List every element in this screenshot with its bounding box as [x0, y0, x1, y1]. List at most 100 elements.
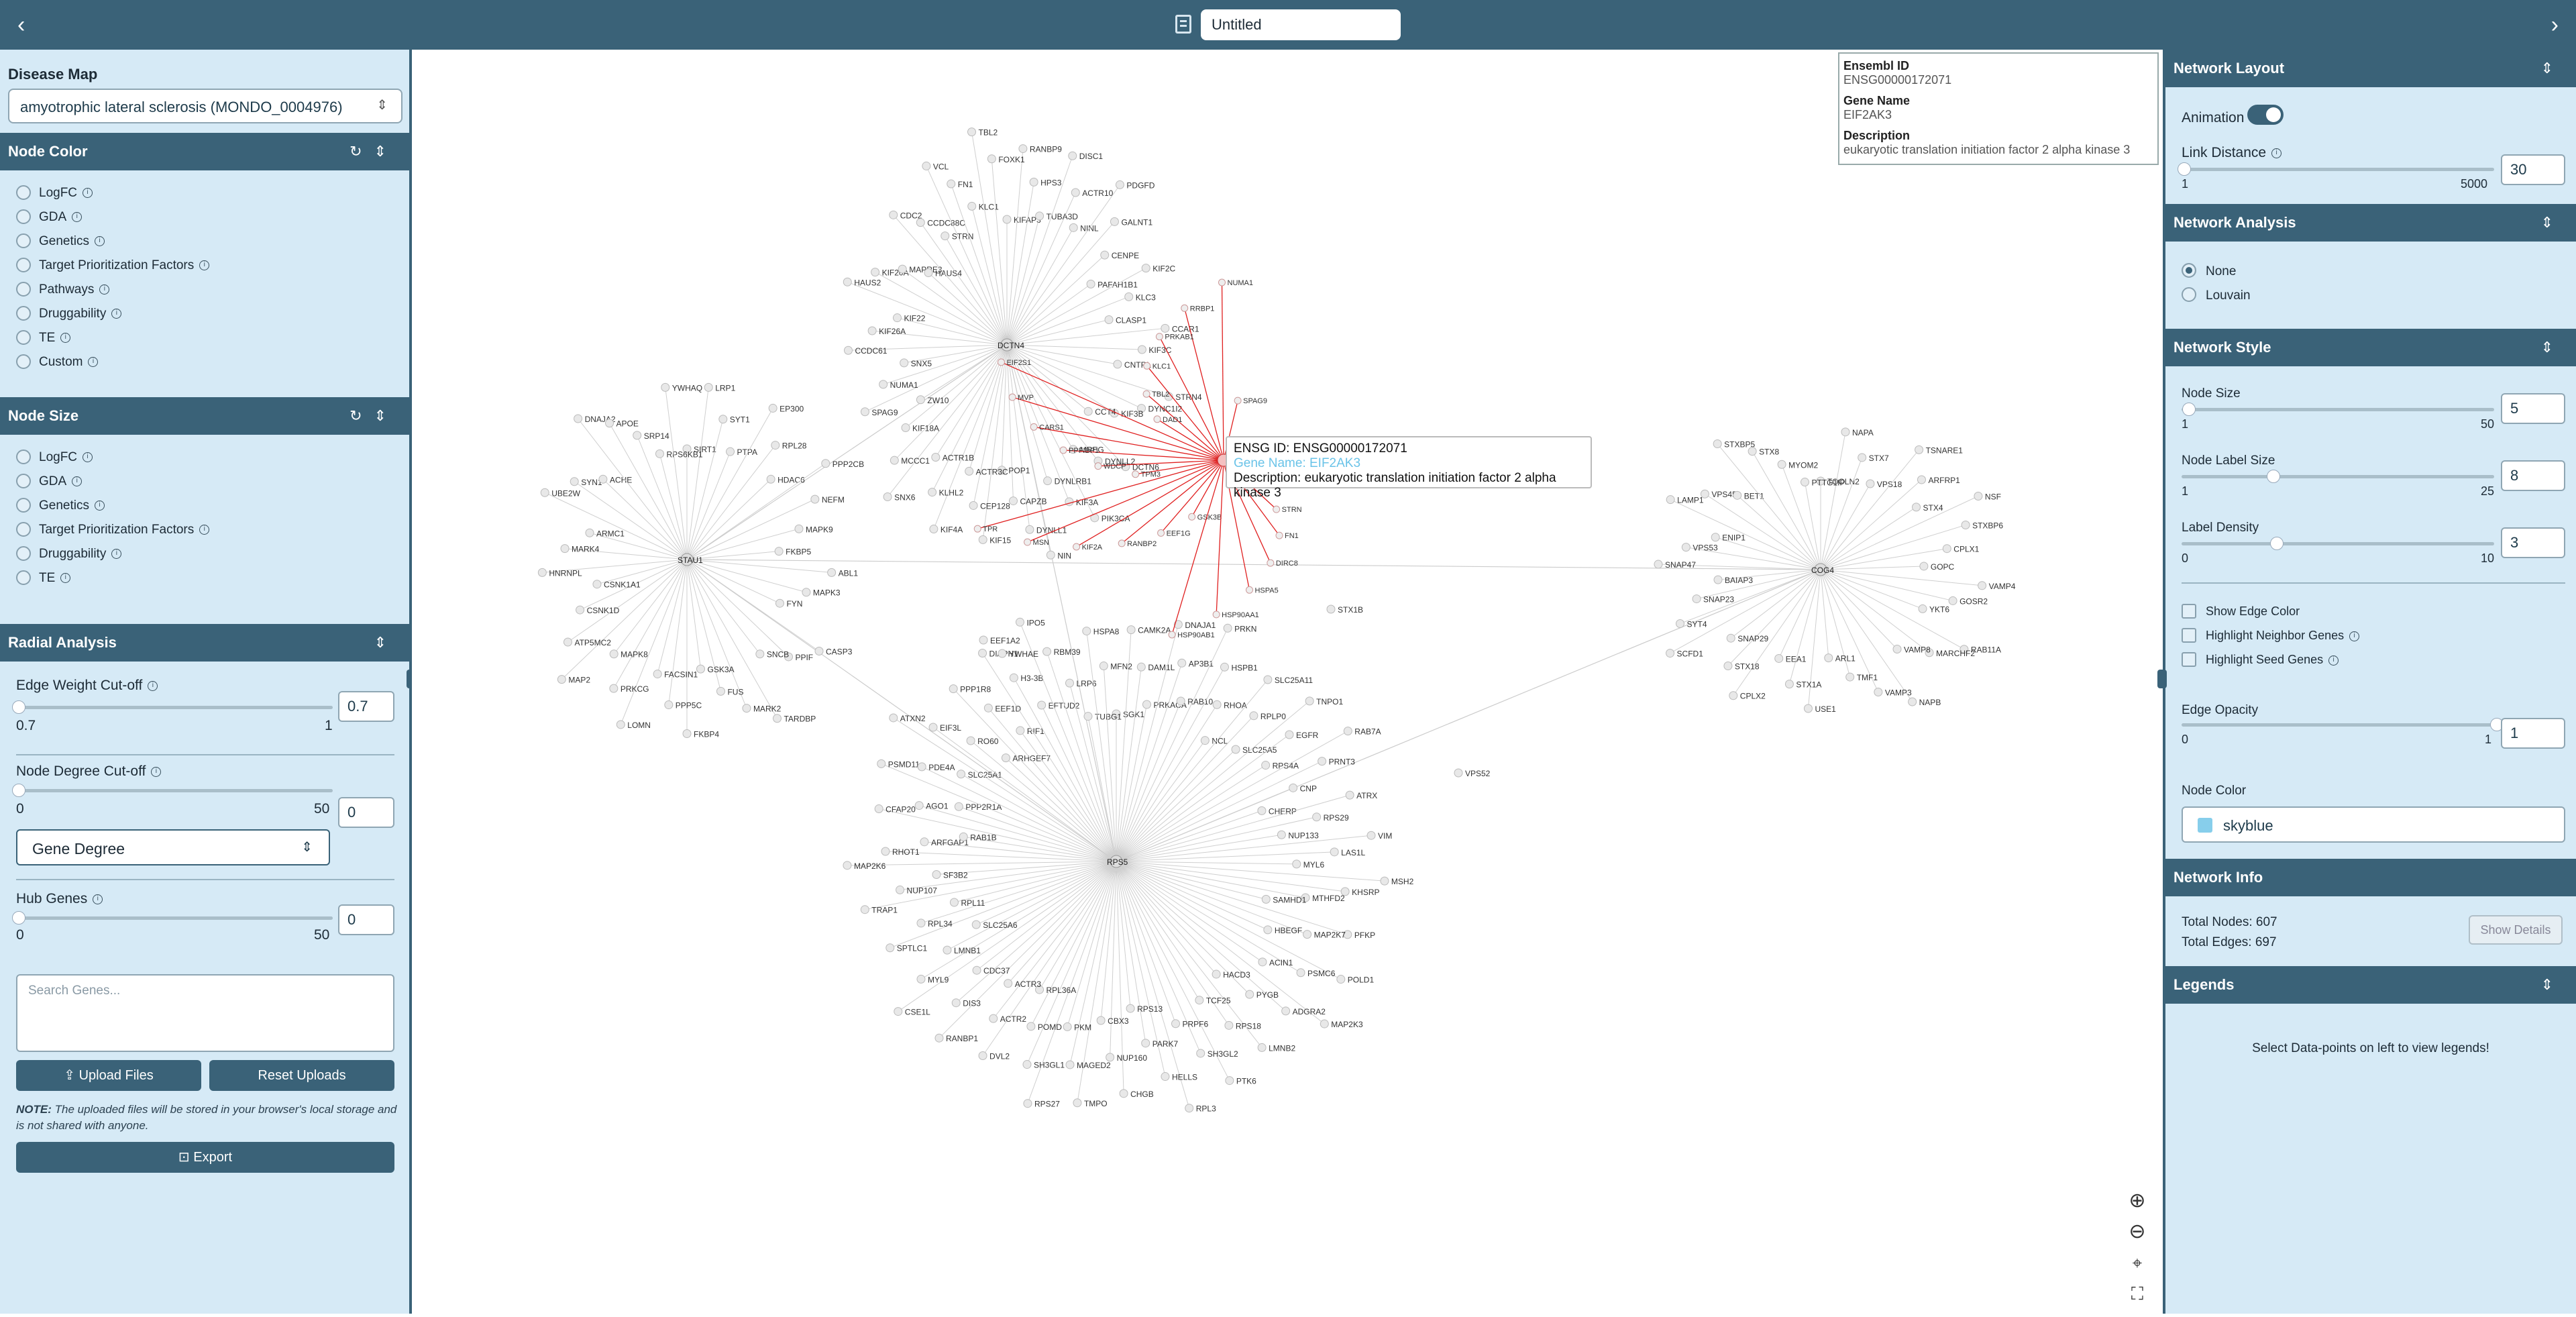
gene-node[interactable] [774, 547, 784, 556]
gene-node[interactable] [914, 801, 924, 810]
gene-node[interactable] [965, 466, 974, 476]
checkbox-show-edge-color[interactable] [2182, 604, 2196, 619]
right-resize-handle[interactable] [2157, 670, 2167, 688]
gene-node[interactable] [983, 703, 993, 713]
gene-node[interactable] [716, 686, 725, 696]
gene-node[interactable] [1296, 968, 1305, 978]
gene-node[interactable] [954, 802, 963, 811]
gene-node[interactable] [1263, 925, 1273, 935]
gene-node[interactable] [997, 358, 1005, 366]
gene-node[interactable] [696, 664, 705, 674]
gene-node[interactable] [1267, 559, 1275, 567]
chevron-updown-icon[interactable]: ⇕ [374, 624, 398, 662]
gene-node[interactable] [877, 759, 886, 768]
gene-node[interactable] [718, 415, 728, 424]
gene-node[interactable] [1729, 691, 1738, 700]
slider-thumb[interactable] [12, 784, 25, 797]
gene-node[interactable] [1094, 462, 1102, 470]
gene-node[interactable] [1942, 544, 1951, 554]
gene-node[interactable] [1181, 304, 1189, 312]
gene-node[interactable] [1919, 562, 1929, 571]
gene-node[interactable] [1803, 704, 1813, 713]
disease-map-select[interactable]: amyotrophic lateral sclerosis (MONDO_000… [8, 89, 402, 123]
slider-thumb[interactable] [2269, 537, 2284, 550]
gene-node[interactable] [1100, 250, 1110, 260]
gene-node[interactable] [871, 268, 880, 277]
gene-node[interactable] [1263, 675, 1273, 684]
gene-node[interactable] [1261, 894, 1271, 904]
chevron-updown-icon[interactable]: ⇕ [2541, 204, 2565, 242]
animation-toggle[interactable] [2247, 105, 2284, 125]
gene-node[interactable] [1118, 539, 1126, 547]
gene-node[interactable] [1249, 711, 1258, 721]
gene-node[interactable] [1071, 188, 1080, 197]
gene-node[interactable] [1035, 211, 1044, 221]
gene-node[interactable] [1733, 490, 1742, 500]
node-label-size-input[interactable]: 8 [2501, 460, 2565, 491]
gene-node[interactable] [1974, 492, 1983, 501]
gene-node[interactable] [1257, 806, 1267, 815]
gene-node[interactable] [563, 637, 572, 647]
gene-node[interactable] [537, 568, 547, 577]
gene-node[interactable] [570, 477, 579, 486]
gene-node[interactable] [1069, 223, 1078, 232]
chevron-updown-icon[interactable]: ⇕ [2541, 966, 2565, 1004]
gene-node[interactable] [574, 414, 583, 423]
hub-genes-slider[interactable] [12, 911, 333, 925]
gene-node[interactable] [916, 918, 926, 928]
gene-node[interactable] [1037, 700, 1046, 710]
gene-node[interactable] [934, 1033, 944, 1043]
gene-node[interactable] [1289, 783, 1298, 792]
gene-node[interactable] [1858, 453, 1867, 462]
gene-node[interactable] [821, 459, 830, 468]
gene-node[interactable] [971, 920, 981, 929]
gene-node[interactable] [1161, 1072, 1170, 1082]
gene-node[interactable] [967, 201, 977, 211]
gene-node[interactable] [616, 720, 625, 729]
gene-node[interactable] [1188, 513, 1196, 521]
node-label-size-slider[interactable] [2182, 470, 2494, 483]
gene-node[interactable] [1068, 151, 1077, 160]
chevron-left-icon[interactable]: ‹ [17, 12, 25, 38]
gene-node[interactable] [772, 714, 782, 723]
gene-node[interactable] [1285, 730, 1294, 739]
gene-node[interactable] [1305, 696, 1314, 706]
gene-node[interactable] [1141, 1039, 1150, 1048]
gene-node[interactable] [1096, 1016, 1106, 1025]
gene-node[interactable] [889, 713, 898, 723]
gene-node[interactable] [920, 837, 929, 847]
gene-node[interactable] [1126, 625, 1136, 635]
gene-node[interactable] [900, 358, 909, 368]
gene-node[interactable] [1124, 292, 1134, 301]
gene-node[interactable] [1001, 753, 1010, 763]
gene-node[interactable] [560, 544, 570, 554]
gene-node[interactable] [794, 524, 804, 533]
gene-node[interactable] [1168, 631, 1176, 639]
header-icons[interactable]: ↻⇕ [350, 397, 398, 435]
link-distance-input[interactable]: 30 [2501, 154, 2565, 185]
gene-node[interactable] [959, 832, 968, 841]
gene-node[interactable] [1345, 790, 1354, 800]
checkbox-highlight-neighbor-genes[interactable] [2182, 628, 2196, 643]
slider-thumb[interactable] [2267, 470, 2281, 483]
gene-node[interactable] [941, 231, 950, 241]
radio-gda[interactable] [16, 474, 31, 488]
gene-node[interactable] [1784, 680, 1794, 689]
node-size-slider[interactable] [2182, 403, 2494, 416]
gene-node[interactable] [1212, 700, 1222, 709]
gene-node[interactable] [892, 313, 902, 323]
network-canvas[interactable]: KIFAP3RANBP9HPS3TUBA3DDISC1ACTR10NINLPDG… [412, 50, 2163, 1314]
gene-node[interactable] [1022, 1060, 1032, 1069]
chevron-updown-icon[interactable]: ⇕ [2541, 50, 2565, 87]
gene-node[interactable] [1908, 697, 1917, 706]
zoom-out-icon[interactable]: ⊖ [2125, 1220, 2149, 1244]
gene-node[interactable] [1082, 627, 1091, 636]
node-degree-input[interactable]: 0 [338, 797, 394, 828]
gene-node[interactable] [1161, 323, 1170, 333]
gene-node[interactable] [1132, 470, 1140, 478]
search-genes-textarea[interactable]: Search Genes... [16, 974, 394, 1052]
gene-node[interactable] [1312, 812, 1322, 822]
radio-custom[interactable] [16, 354, 31, 369]
gene-node[interactable] [1225, 1076, 1234, 1086]
gene-node[interactable] [1654, 560, 1663, 569]
